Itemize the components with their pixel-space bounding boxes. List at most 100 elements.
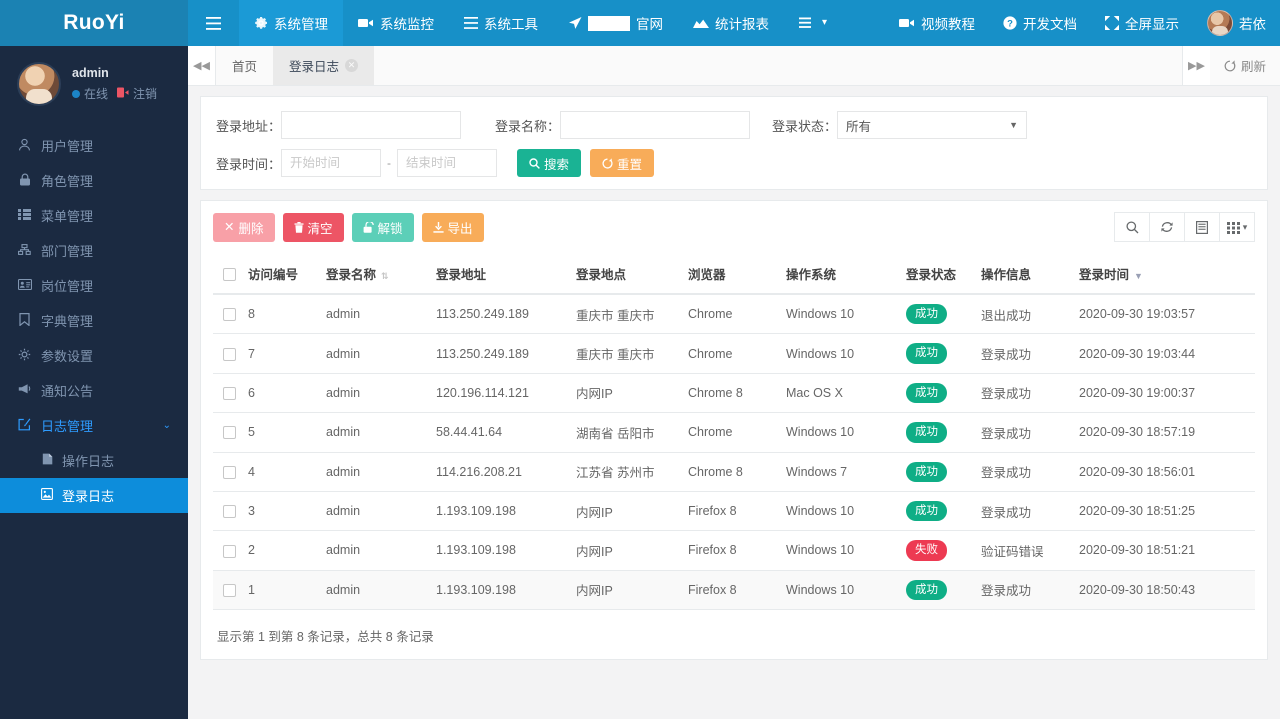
column-header-time[interactable]: 登录时间▼: [1073, 254, 1255, 294]
tab-scroll-left-button[interactable]: ◀◀: [188, 46, 216, 85]
top-nav-label: 官网: [636, 13, 663, 33]
brand-logo[interactable]: RuoYi: [0, 0, 188, 46]
login-time-start-input[interactable]: [281, 149, 381, 177]
status-badge: 失败: [906, 540, 947, 560]
top-nav-item-statistics-report[interactable]: 统计报表: [678, 0, 784, 46]
sidebar-toggle-button[interactable]: [188, 0, 239, 46]
cell-os: Windows 10: [780, 413, 900, 452]
column-header-os[interactable]: 操作系统: [780, 254, 900, 294]
login-addr-label: 登录地址：: [216, 116, 281, 135]
sidebar-item-menu-management[interactable]: 菜单管理: [0, 198, 188, 233]
sidebar-item-notice[interactable]: 通知公告: [0, 373, 188, 408]
login-name-label: 登录名称：: [495, 116, 560, 135]
cell-address: 1.193.109.198: [430, 491, 570, 530]
refresh-page-button[interactable]: 刷新: [1210, 46, 1280, 85]
reset-button[interactable]: 重置: [590, 149, 654, 177]
cell-browser: Chrome: [682, 334, 780, 373]
cell-username: admin: [320, 491, 430, 530]
login-status-select[interactable]: 所有 ▼: [837, 111, 1027, 139]
login-time-end-input[interactable]: [397, 149, 497, 177]
column-header-address[interactable]: 登录地址: [430, 254, 570, 294]
toolbar-columns-icon[interactable]: ▾: [1219, 212, 1255, 242]
column-header-message[interactable]: 操作信息: [975, 254, 1073, 294]
top-nav-item-official-site[interactable]: 官网: [553, 0, 678, 46]
top-nav-item-dev-docs[interactable]: ? 开发文档: [989, 0, 1091, 46]
cell-username: admin: [320, 294, 430, 334]
toolbar-refresh-icon[interactable]: [1149, 212, 1185, 242]
sidebar-item-dict-management[interactable]: 字典管理: [0, 303, 188, 338]
column-header-browser[interactable]: 浏览器: [682, 254, 780, 294]
tab-login-log[interactable]: 登录日志 ✕: [273, 46, 374, 85]
row-select-cell: [213, 452, 242, 491]
top-nav-item-system-management[interactable]: 系统管理: [239, 0, 343, 46]
top-nav-item-system-monitor[interactable]: 系统监控: [343, 0, 449, 46]
cell-os: Windows 10: [780, 531, 900, 570]
row-checkbox[interactable]: [223, 348, 236, 361]
delete-button[interactable]: ✕ 删除: [213, 213, 275, 242]
top-nav-item-system-tools[interactable]: 系统工具: [449, 0, 553, 46]
sidebar-item-user-management[interactable]: 用户管理: [0, 128, 188, 163]
row-checkbox[interactable]: [223, 308, 236, 321]
table-row[interactable]: 3admin1.193.109.198内网IPFirefox 8Windows …: [213, 491, 1255, 530]
table-row[interactable]: 8admin113.250.249.189重庆市 重庆市ChromeWindow…: [213, 294, 1255, 334]
clear-button[interactable]: 清空: [283, 213, 344, 242]
column-header-username[interactable]: 登录名称⇅: [320, 254, 430, 294]
table-row[interactable]: 7admin113.250.249.189重庆市 重庆市ChromeWindow…: [213, 334, 1255, 373]
toolbar-list-icon[interactable]: [1184, 212, 1220, 242]
sidebar-item-role-management[interactable]: 角色管理: [0, 163, 188, 198]
tab-scroll-right-button[interactable]: ▶▶: [1182, 46, 1210, 85]
row-checkbox[interactable]: [223, 466, 236, 479]
cell-address: 58.44.41.64: [430, 413, 570, 452]
column-header-location[interactable]: 登录地点: [570, 254, 682, 294]
cell-id: 8: [242, 294, 320, 334]
column-header-status[interactable]: 登录状态: [900, 254, 975, 294]
column-header-id[interactable]: 访问编号: [242, 254, 320, 294]
online-status-label[interactable]: 在线: [84, 85, 108, 102]
table-row[interactable]: 1admin1.193.109.198内网IPFirefox 8Windows …: [213, 570, 1255, 609]
logout-link[interactable]: 注销: [133, 85, 157, 102]
sitemap-icon: [17, 243, 32, 258]
top-nav-right-group: 视频教程 ? 开发文档 全屏显示: [885, 0, 1280, 46]
table-row[interactable]: 6admin120.196.114.121内网IPChrome 8Mac OS …: [213, 373, 1255, 412]
sidebar-item-operation-log[interactable]: 操作日志: [0, 443, 188, 478]
sidebar-item-login-log[interactable]: 登录日志: [0, 478, 188, 513]
table-row[interactable]: 4admin114.216.208.21江苏省 苏州市Chrome 8Windo…: [213, 452, 1255, 491]
close-icon[interactable]: ✕: [345, 59, 358, 72]
search-button[interactable]: 搜索: [517, 149, 581, 177]
sidebar-item-dept-management[interactable]: 部门管理: [0, 233, 188, 268]
row-checkbox[interactable]: [223, 545, 236, 558]
cell-location: 内网IP: [570, 531, 682, 570]
user-menu[interactable]: 若依: [1193, 0, 1280, 46]
export-button[interactable]: 导出: [422, 213, 484, 242]
row-checkbox[interactable]: [223, 584, 236, 597]
top-nav-label: 视频教程: [921, 13, 975, 33]
login-name-input[interactable]: [560, 111, 750, 139]
cell-message: 登录成功: [975, 373, 1073, 412]
image-file-icon: [40, 488, 54, 503]
login-addr-input[interactable]: [281, 111, 461, 139]
sidebar-item-param-settings[interactable]: 参数设置: [0, 338, 188, 373]
sidebar-item-label: 通知公告: [41, 381, 93, 400]
table-head: 访问编号 登录名称⇅ 登录地址 登录地点 浏览器 操作系统 登录状态 操作信息 …: [213, 254, 1255, 294]
top-nav-item-fullscreen[interactable]: 全屏显示: [1091, 0, 1193, 46]
sidebar-item-log-management[interactable]: 日志管理 ⌄: [0, 408, 188, 443]
tab-home[interactable]: 首页: [216, 46, 273, 85]
select-all-checkbox[interactable]: [223, 268, 236, 281]
table-row[interactable]: 5admin58.44.41.64湖南省 岳阳市ChromeWindows 10…: [213, 413, 1255, 452]
sidebar-item-post-management[interactable]: 岗位管理: [0, 268, 188, 303]
cell-id: 6: [242, 373, 320, 412]
top-nav-item-video-tutorial[interactable]: 视频教程: [885, 0, 989, 46]
row-checkbox[interactable]: [223, 387, 236, 400]
table-row[interactable]: 2admin1.193.109.198内网IPFirefox 8Windows …: [213, 531, 1255, 570]
toolbar-search-icon[interactable]: [1114, 212, 1150, 242]
cell-message: 登录成功: [975, 413, 1073, 452]
unlock-button[interactable]: 解锁: [352, 213, 414, 242]
location-arrow-icon: [568, 16, 582, 30]
cell-time: 2020-09-30 18:56:01: [1073, 452, 1255, 491]
row-checkbox[interactable]: [223, 505, 236, 518]
avatar[interactable]: [17, 62, 61, 106]
row-checkbox[interactable]: [223, 426, 236, 439]
refresh-icon: [602, 158, 613, 169]
top-nav-item-more[interactable]: ▾: [784, 0, 842, 46]
cell-os: Windows 10: [780, 334, 900, 373]
